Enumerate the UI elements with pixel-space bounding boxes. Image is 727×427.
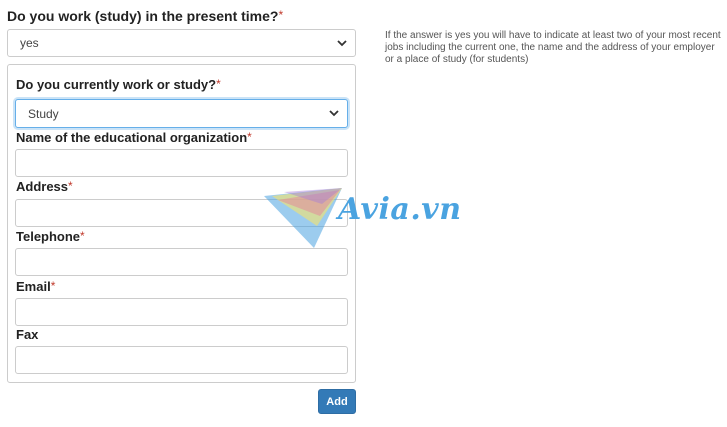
required-marker: * (68, 179, 73, 193)
help-text: If the answer is yes you will have to in… (385, 30, 721, 65)
required-marker: * (80, 229, 85, 243)
work-or-study-select[interactable]: Study (15, 99, 348, 128)
required-marker: * (247, 130, 252, 144)
email-input[interactable] (15, 298, 348, 326)
work-or-study-select-value: Study (28, 106, 59, 121)
required-marker: * (50, 279, 56, 293)
telephone-label: Telephone* (16, 229, 85, 244)
fax-label: Fax (16, 327, 39, 342)
work-or-study-label: Do you currently work or study?* (16, 77, 221, 92)
chevron-down-icon (321, 110, 347, 117)
required-marker: * (216, 77, 221, 91)
organization-name-input[interactable] (15, 149, 348, 177)
add-button[interactable]: Add (318, 389, 356, 414)
telephone-input[interactable] (15, 248, 348, 276)
required-marker: * (278, 8, 284, 22)
work-status-select-value: yes (20, 36, 39, 50)
watermark-text: Avia.vn (338, 192, 462, 227)
work-status-select[interactable]: yes (7, 29, 356, 57)
email-label: Email* (16, 279, 56, 294)
organization-name-label: Name of the educational organization* (16, 130, 252, 145)
work-question-label: Do you work (study) in the present time?… (7, 8, 284, 24)
fax-input[interactable] (15, 346, 348, 374)
address-label: Address* (16, 179, 73, 194)
chevron-down-icon (329, 39, 355, 47)
